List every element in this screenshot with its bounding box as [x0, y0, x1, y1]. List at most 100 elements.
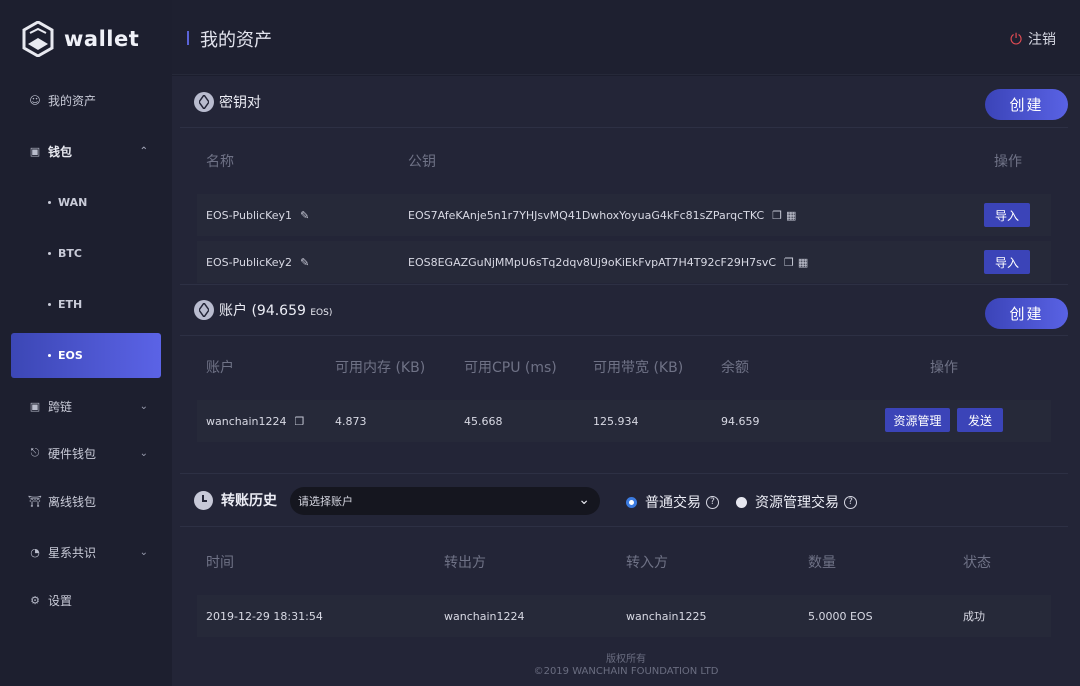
sidebar-item-label: 跨链 [48, 399, 73, 414]
sidebar-item-wallet[interactable]: ▣ 钱包 ⌃ [0, 131, 172, 171]
bullet-icon [48, 251, 51, 255]
column-header-time: 时间 [206, 555, 234, 571]
import-button[interactable]: 导入 [984, 203, 1030, 227]
sidebar-subitem-eos[interactable]: EOS [11, 333, 161, 378]
app-logo[interactable]: wallet [22, 20, 139, 58]
sidebar-subitem-label: WAN [58, 195, 88, 209]
send-button[interactable]: 发送 [957, 408, 1003, 432]
wallet-icon: ▣ [29, 144, 41, 158]
chevron-down-icon: ⌄ [139, 400, 148, 412]
edit-icon[interactable]: ✎ [300, 209, 309, 222]
wanchain-logo-icon [22, 21, 54, 57]
column-header-net: 可用带宽 (KB) [593, 360, 684, 376]
help-icon[interactable]: ? [706, 495, 719, 509]
keypair-title: 密钥对 [219, 94, 261, 111]
qrcode-icon[interactable]: ▦ [786, 209, 796, 222]
public-key: EOS8EGAZGuNjMMpU6sTq2dqv8Uj9oKiEkFvpAT7H… [408, 255, 777, 269]
account-balance-value: (94.659 [251, 303, 306, 319]
key-name: EOS-PublicKey2 [206, 255, 293, 269]
keypair-section-header: 密钥对 创建 [180, 76, 1068, 128]
copy-icon[interactable]: ❐ [772, 209, 782, 222]
column-header-balance: 余额 [721, 360, 749, 376]
sidebar-item-label: 钱包 [48, 144, 73, 159]
sidebar: wallet ☺ 我的资产 ▣ 钱包 ⌃ WAN BTC ETH EOS ▣ 跨… [0, 0, 172, 686]
sidebar-item-label: 我的资产 [48, 93, 97, 108]
column-header-cpu: 可用CPU (ms) [464, 360, 557, 376]
copy-icon[interactable]: ❐ [784, 256, 794, 269]
clock-icon [194, 490, 213, 510]
ram-cell: 4.873 [335, 414, 367, 428]
column-header-action: 操作 [994, 154, 1022, 170]
from-cell: wanchain1224 [444, 609, 525, 623]
create-keypair-button[interactable]: 创建 [985, 89, 1068, 120]
account-select[interactable]: 请选择账户 ⌄ [290, 487, 600, 515]
radio-resource-transaction[interactable]: 资源管理交易 ? [736, 492, 857, 512]
column-header-from: 转出方 [444, 555, 486, 571]
radio-checked-icon [626, 496, 637, 508]
bullet-icon [48, 302, 51, 306]
sidebar-subitem-eth[interactable]: ETH [0, 284, 172, 324]
hardware-icon: ⎋ [30, 446, 40, 459]
sidebar-subitem-label: BTC [58, 246, 82, 260]
sidebar-item-galaxy-consensus[interactable]: ◔ 星系共识 ⌄ [0, 532, 172, 572]
import-button[interactable]: 导入 [984, 250, 1030, 274]
net-cell: 125.934 [593, 414, 639, 428]
edit-icon[interactable]: ✎ [300, 256, 309, 269]
sidebar-item-label: 硬件钱包 [48, 446, 97, 461]
sidebar-item-label: 设置 [48, 593, 73, 608]
account-title: 账户 (94.659 EOS) [219, 300, 332, 320]
sidebar-item-cross-chain[interactable]: ▣ 跨链 ⌄ [0, 386, 172, 426]
sidebar-item-my-assets[interactable]: ☺ 我的资产 [0, 80, 172, 120]
cross-chain-icon: ▣ [29, 399, 41, 413]
radio-normal-transaction[interactable]: 普通交易 ? [626, 492, 719, 512]
history-section-header: 转账历史 请选择账户 ⌄ 普通交易 ? 资源管理交易 ? [180, 473, 1068, 527]
sidebar-item-label: 离线钱包 [48, 494, 97, 509]
footer-copyright: 版权所有 [606, 654, 646, 665]
column-header-to: 转入方 [626, 555, 668, 571]
column-header-account-action: 操作 [930, 360, 958, 376]
bullet-icon [48, 354, 51, 357]
sidebar-subitem-wan[interactable]: WAN [0, 182, 172, 222]
gear-icon: ⚙ [30, 593, 40, 607]
footer-company: ©2019 WANCHAIN FOUNDATION LTD [533, 666, 719, 677]
galaxy-icon: ◔ [30, 545, 40, 559]
account-balance-unit: EOS) [310, 308, 333, 318]
sidebar-item-offline-wallet[interactable]: ⛩ 离线钱包 [0, 481, 172, 521]
page-title: 我的资产 [200, 30, 272, 51]
create-account-button[interactable]: 创建 [985, 298, 1068, 329]
column-header-status: 状态 [963, 555, 991, 571]
main-content: 密钥对 创建 名称 公钥 操作 EOS-PublicKey1 ✎ EOS7Afe… [172, 76, 1080, 686]
sidebar-item-hardware-wallet[interactable]: ⎋ 硬件钱包 ⌄ [0, 433, 172, 473]
account-cell: wanchain1224 ❐ [206, 400, 304, 442]
public-key: EOS7AfeKAnje5n1r7YHJsvMQ41DwhoxYoyuaG4kF… [408, 208, 765, 222]
amount-cell: 5.0000 EOS [808, 609, 873, 623]
column-header-amount: 数量 [808, 555, 836, 571]
resource-manage-button[interactable]: 资源管理 [885, 408, 950, 432]
sidebar-item-label: 星系共识 [48, 545, 97, 560]
account-title-text: 账户 [219, 303, 247, 319]
public-key-cell: EOS7AfeKAnje5n1r7YHJsvMQ41DwhoxYoyuaG4kF… [408, 194, 796, 236]
sidebar-item-settings[interactable]: ⚙ 设置 [0, 580, 172, 620]
logout-button[interactable]: ⏻ 注销 [1010, 29, 1056, 49]
copy-icon[interactable]: ❐ [295, 415, 305, 428]
power-icon: ⏻ [1010, 30, 1022, 48]
table-row: EOS-PublicKey1 ✎ EOS7AfeKAnje5n1r7YHJsvM… [197, 194, 1051, 236]
table-row: wanchain1224 ❐ 4.873 45.668 125.934 94.6… [197, 400, 1051, 442]
chevron-down-icon: ⌄ [139, 447, 148, 459]
time-cell: 2019-12-29 18:31:54 [206, 609, 323, 623]
balance-cell: 94.659 [721, 414, 760, 428]
table-row: EOS-PublicKey2 ✎ EOS8EGAZGuNjMMpU6sTq2dq… [197, 241, 1051, 283]
title-accent-bar [187, 31, 189, 45]
help-icon[interactable]: ? [844, 495, 857, 509]
qrcode-icon[interactable]: ▦ [798, 256, 808, 269]
cpu-cell: 45.668 [464, 414, 503, 428]
sidebar-subitem-btc[interactable]: BTC [0, 233, 172, 273]
sidebar-subitem-label: ETH [58, 297, 83, 311]
column-header-name: 名称 [206, 154, 234, 170]
logout-label: 注销 [1028, 32, 1056, 48]
column-header-account: 账户 [206, 360, 234, 376]
sidebar-subitem-label: EOS [58, 349, 83, 362]
radio-label: 资源管理交易 [755, 495, 839, 511]
radio-label: 普通交易 [645, 495, 701, 511]
public-key-cell: EOS8EGAZGuNjMMpU6sTq2dqv8Uj9oKiEkFvpAT7H… [408, 241, 808, 283]
